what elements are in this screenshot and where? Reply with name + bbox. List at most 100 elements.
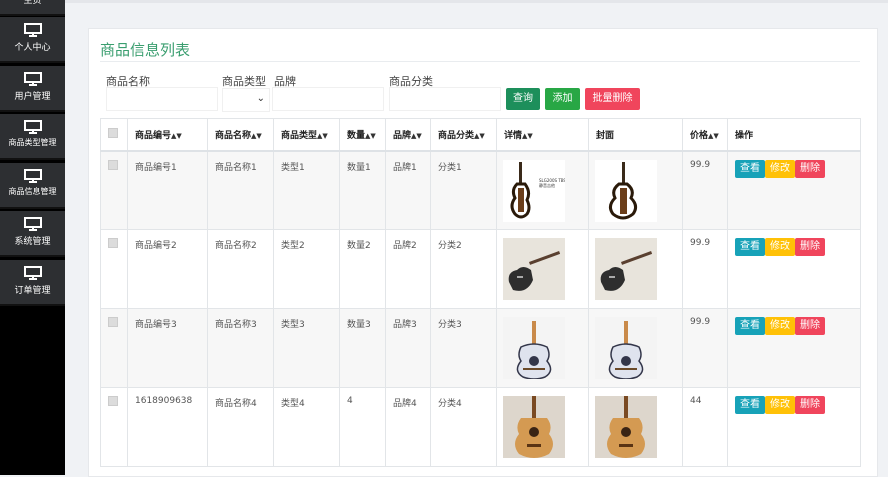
cell-code: 商品编号2 (127, 229, 208, 309)
silent-guitar-image: SLG200S TBS 静音吉他 (503, 159, 565, 222)
table-row: 商品编号1 商品名称1 类型1 数量1 品牌1 分类1 SLG200S TBS … (100, 150, 861, 230)
view-button[interactable]: 查看 (735, 396, 765, 414)
cell-quantity: 数量1 (339, 150, 386, 230)
monitor-icon (23, 266, 42, 280)
header-actions: 操作 (727, 118, 861, 152)
svg-text:静音吉他: 静音吉他 (539, 182, 555, 188)
cell-category: 分类1 (430, 150, 497, 230)
sidebar-item-personal-center[interactable]: 个人中心 (0, 17, 65, 63)
monitor-icon (23, 72, 42, 86)
sidebar-item-label: 用户管理 (14, 92, 51, 102)
cell-name: 商品名称1 (207, 150, 274, 230)
cell-name: 商品名称3 (207, 308, 274, 388)
edit-button[interactable]: 修改 (765, 159, 795, 178)
cell-code: 1618909638 (127, 387, 208, 467)
sidebar-item-product-type-management[interactable]: 商品类型管理 (0, 114, 65, 160)
add-button[interactable]: 添加 (545, 88, 580, 110)
title-divider (100, 61, 860, 62)
product-type-select[interactable]: ⌄ (222, 88, 270, 112)
edit-button[interactable]: 修改 (765, 238, 795, 256)
silent-guitar-cover-image (595, 159, 657, 222)
row-checkbox[interactable] (108, 396, 118, 406)
top-divider (65, 0, 888, 3)
sort-icon: ▲▼ (365, 131, 376, 140)
cell-category: 分类4 (430, 387, 497, 467)
view-button[interactable]: 查看 (735, 317, 765, 335)
monitor-icon (23, 217, 42, 231)
row-checkbox[interactable] (108, 317, 118, 327)
header-cover: 封面 (588, 118, 683, 152)
cell-price: 99.9 (682, 150, 728, 230)
view-button[interactable]: 查看 (735, 238, 765, 256)
delete-button[interactable]: 删除 (795, 396, 825, 414)
delete-button[interactable]: 删除 (795, 238, 825, 256)
product-type-label: 商品类型 (222, 75, 266, 88)
table-row: 商品编号2 商品名称2 类型2 数量2 品牌2 分类2 99.9 查看 修改 删… (100, 229, 861, 309)
acoustic-guitar-cover-image (595, 396, 657, 458)
cell-name: 商品名称4 (207, 387, 274, 467)
cell-brand: 品牌4 (385, 387, 431, 467)
sort-icon: ▲▼ (411, 131, 422, 140)
cell-type: 类型4 (273, 387, 340, 467)
monitor-icon (23, 169, 42, 183)
cell-type: 类型3 (273, 308, 340, 388)
decorated-guitar-cover-image (595, 317, 657, 379)
sidebar-item-label: 主页 (23, 0, 42, 6)
cell-quantity: 数量2 (339, 229, 386, 309)
sort-icon: ▲▼ (474, 131, 485, 140)
cell-code: 商品编号3 (127, 308, 208, 388)
view-button[interactable]: 查看 (735, 159, 765, 178)
cell-brand: 品牌3 (385, 308, 431, 388)
sidebar-item-label: 系统管理 (14, 237, 51, 247)
header-category[interactable]: 商品分类▲▼ (430, 118, 497, 152)
row-checkbox[interactable] (108, 159, 118, 170)
delete-button[interactable]: 删除 (795, 317, 825, 335)
cell-price: 44 (682, 387, 728, 467)
brand-input[interactable] (272, 87, 384, 111)
edit-button[interactable]: 修改 (765, 396, 795, 414)
sort-icon: ▲▼ (317, 131, 328, 140)
header-code[interactable]: 商品编号▲▼ (127, 118, 208, 152)
header-brand[interactable]: 品牌▲▼ (385, 118, 431, 152)
cell-quantity: 4 (339, 387, 386, 467)
cell-type: 类型2 (273, 229, 340, 309)
cell-price: 99.9 (682, 308, 728, 388)
sidebar-item-order-management[interactable]: 订单管理 (0, 260, 65, 306)
header-price[interactable]: 价格▲▼ (682, 118, 728, 152)
chevron-down-icon: ⌄ (256, 93, 265, 104)
acoustic-guitar-image (503, 396, 565, 458)
table-header-row: 商品编号▲▼ 商品名称▲▼ 商品类型▲▼ 数量▲▼ 品牌▲▼ 商品分类▲▼ 详情… (100, 118, 861, 152)
sidebar-item-product-info-management[interactable]: 商品信息管理 (0, 163, 65, 209)
sidebar-item-label: 商品类型管理 (8, 138, 57, 147)
sort-icon: ▲▼ (708, 131, 719, 140)
search-button[interactable]: 查询 (506, 88, 540, 110)
monitor-icon (23, 120, 42, 134)
sort-icon: ▲▼ (522, 131, 533, 140)
cell-brand: 品牌1 (385, 150, 431, 230)
sidebar-item-label: 订单管理 (14, 286, 51, 296)
cell-brand: 品牌2 (385, 229, 431, 309)
sidebar-item-home[interactable]: 主页 (0, 0, 65, 16)
header-type[interactable]: 商品类型▲▼ (273, 118, 340, 152)
sidebar: 主页 个人中心 用户管理 商品类型管理 商品信息管理 系统管理 订单管理 (0, 0, 65, 475)
sidebar-item-user-management[interactable]: 用户管理 (0, 66, 65, 112)
header-details[interactable]: 详情▲▼ (496, 118, 589, 152)
delete-button[interactable]: 删除 (795, 159, 825, 178)
category-input[interactable] (389, 87, 501, 111)
select-all-cell (100, 118, 128, 152)
header-quantity[interactable]: 数量▲▼ (339, 118, 386, 152)
select-all-checkbox[interactable] (108, 127, 118, 138)
product-name-input[interactable] (106, 87, 218, 111)
electric-guitar-cover-image (595, 238, 657, 300)
cell-price: 99.9 (682, 229, 728, 309)
row-checkbox[interactable] (108, 238, 118, 248)
sidebar-item-system-management[interactable]: 系统管理 (0, 211, 65, 257)
cell-code: 商品编号1 (127, 150, 208, 230)
cell-type: 类型1 (273, 150, 340, 230)
batch-delete-button[interactable]: 批量删除 (585, 88, 640, 110)
sidebar-item-label: 个人中心 (14, 43, 51, 53)
electric-guitar-image (503, 238, 565, 300)
edit-button[interactable]: 修改 (765, 317, 795, 335)
header-name[interactable]: 商品名称▲▼ (207, 118, 274, 152)
decorated-guitar-image (503, 317, 565, 379)
